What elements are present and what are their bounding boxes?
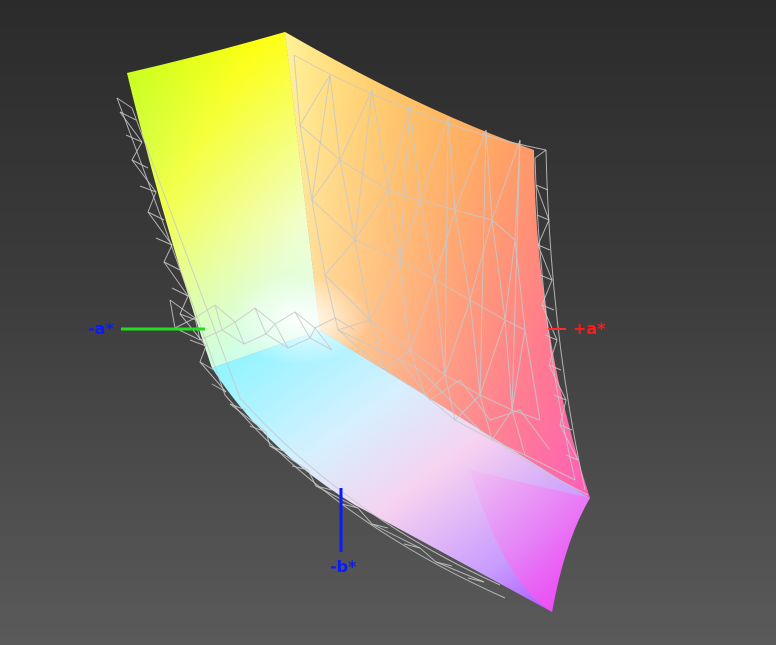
neg-a-axis-label: -a* bbox=[88, 319, 114, 338]
pos-a-axis-label: +a* bbox=[573, 319, 606, 338]
gamut-3d-view[interactable]: -a* +a* -b* bbox=[0, 0, 776, 645]
neg-b-axis-label: -b* bbox=[330, 557, 357, 576]
